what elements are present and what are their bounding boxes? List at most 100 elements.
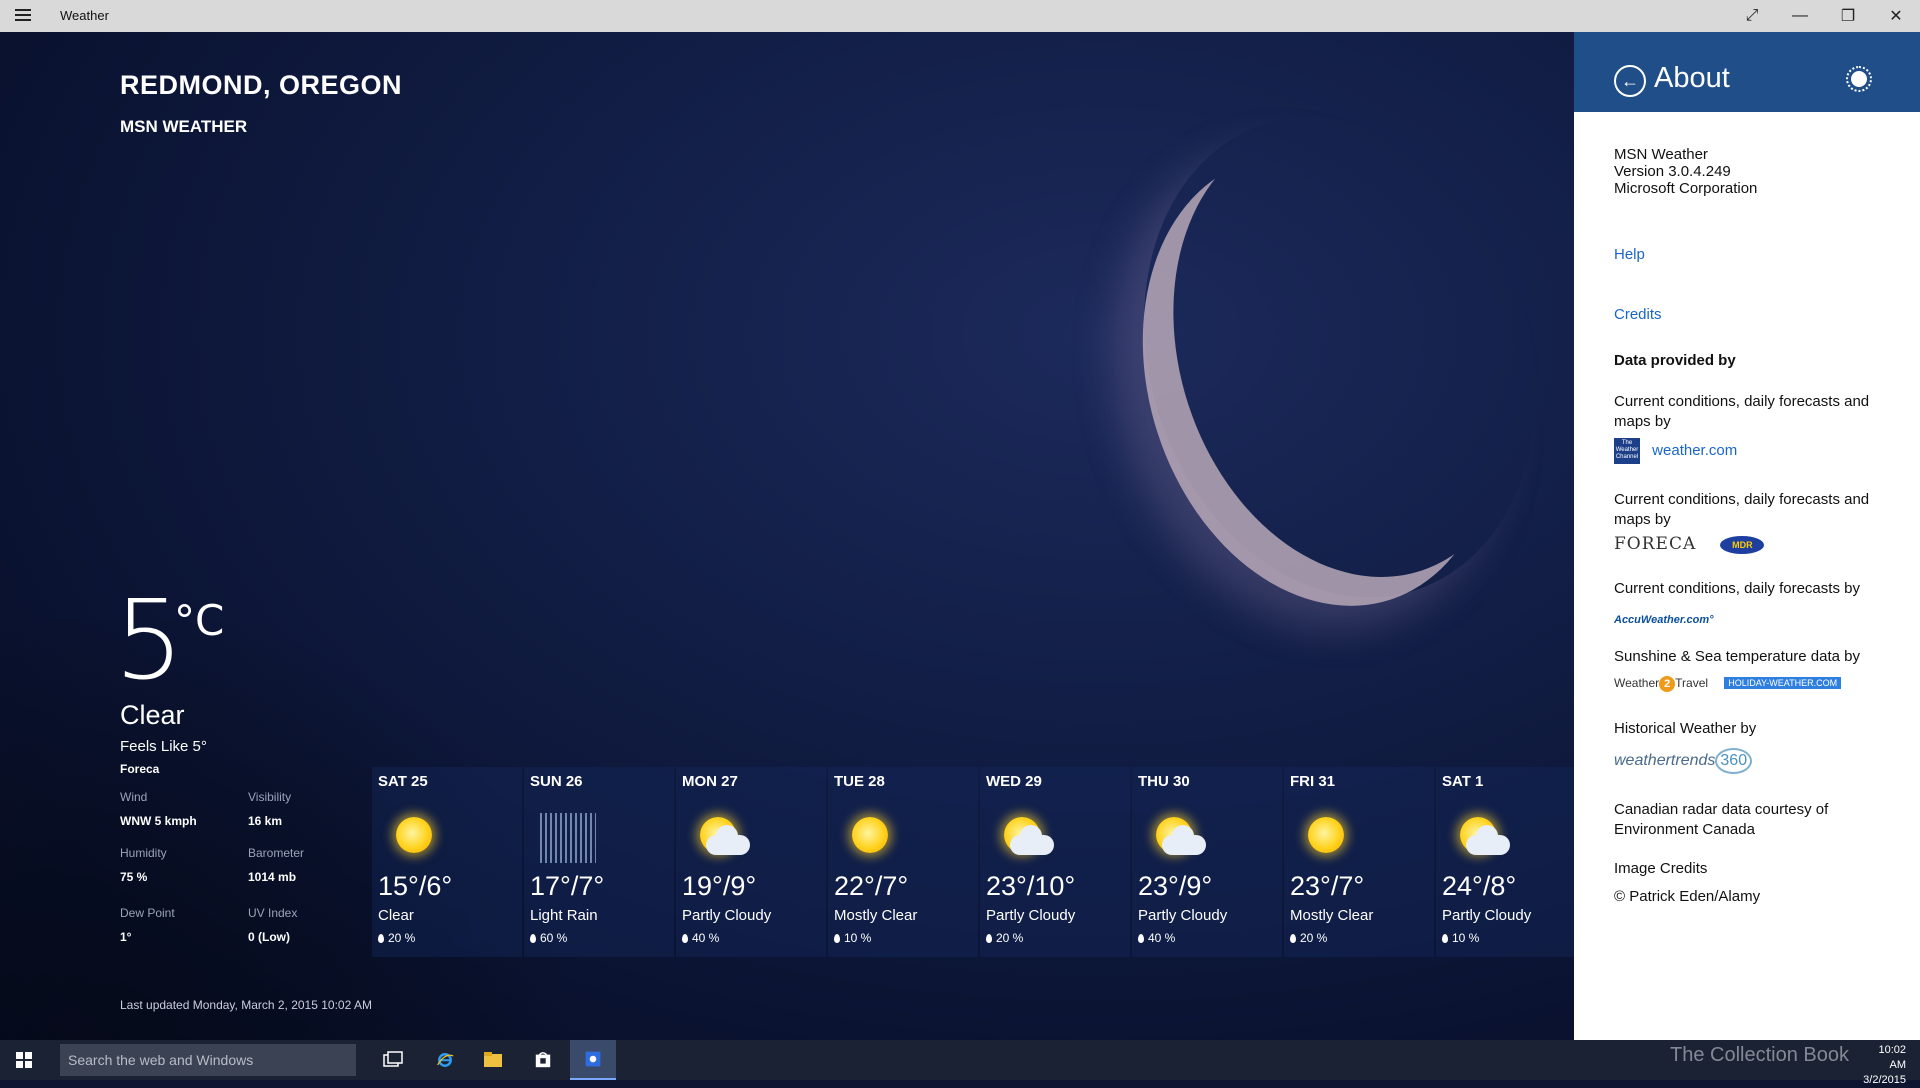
- detail-humidity: Humidity 75 %: [120, 846, 240, 884]
- task-view-icon[interactable]: [370, 1040, 416, 1080]
- accuweather-logo[interactable]: AccuWeather.com°: [1614, 614, 1714, 626]
- weather-com-link[interactable]: weather.com: [1652, 442, 1737, 459]
- twc-provider: The Weather Channel weather.com: [1614, 438, 1904, 464]
- detail-value: 1°: [120, 930, 132, 944]
- detail-value: WNW 5 kmph: [120, 814, 197, 828]
- back-arrow-icon[interactable]: ←: [1614, 65, 1646, 97]
- watermark-text: The Collection Book: [1670, 1044, 1849, 1066]
- hamburger-menu-icon[interactable]: [12, 6, 34, 26]
- minimize-button[interactable]: —: [1776, 0, 1824, 32]
- raindrop-icon: [378, 934, 384, 943]
- start-button[interactable]: [0, 1040, 48, 1080]
- forecast-hilo: 24°/8°: [1442, 871, 1517, 901]
- weather-app-icon[interactable]: [570, 1040, 616, 1080]
- forecast-day[interactable]: TUE 28 22°/7° Mostly Clear 10 %: [828, 767, 978, 957]
- foreca-logo[interactable]: FORECA: [1614, 534, 1696, 554]
- store-icon[interactable]: [520, 1040, 566, 1080]
- detail-label: Humidity: [120, 846, 167, 860]
- forecast-precip: 10 %: [834, 931, 871, 945]
- mdr-logo[interactable]: MDR: [1720, 536, 1765, 555]
- detail-value: 16 km: [248, 814, 283, 828]
- forecast-day-name: SUN 26: [530, 773, 583, 790]
- forecast-precip: 20 %: [378, 931, 415, 945]
- forecast-day[interactable]: WED 29 23°/10° Partly Cloudy 20 %: [980, 767, 1130, 957]
- weathertrends360-logo[interactable]: weathertrends 360: [1614, 748, 1753, 774]
- detail-barometer: Barometer 1014 mb: [248, 846, 368, 884]
- last-updated: Last updated Monday, March 2, 2015 10:02…: [120, 998, 372, 1012]
- forecast-precip: 40 %: [1138, 931, 1175, 945]
- forecast-day-name: SAT 25: [378, 773, 428, 790]
- weathertrends-provider: weathertrends 360: [1614, 748, 1904, 774]
- raindrop-icon: [530, 934, 536, 943]
- holiday-weather-logo[interactable]: HOLIDAY-WEATHER.COM: [1724, 677, 1842, 690]
- provider-text-6: Canadian radar data courtesy of Environm…: [1614, 801, 1829, 838]
- raindrop-icon: [834, 934, 840, 943]
- daily-forecast: SAT 25 15°/6° Clear 20 % SUN 26 17°/7° L…: [372, 767, 1588, 957]
- forecast-day[interactable]: SAT 25 15°/6° Clear 20 %: [372, 767, 522, 957]
- forecast-condition: Partly Cloudy: [682, 907, 772, 924]
- app-company: Microsoft Corporation: [1614, 180, 1758, 197]
- detail-visibility: Visibility 16 km: [248, 790, 368, 828]
- raindrop-icon: [682, 934, 688, 943]
- detail-label: Barometer: [248, 846, 305, 860]
- forecast-precip-value: 10 %: [844, 931, 872, 945]
- forecast-day[interactable]: SAT 1 24°/8° Partly Cloudy 10 %: [1436, 767, 1586, 957]
- detail-label: UV Index: [248, 906, 298, 920]
- location-title[interactable]: REDMOND, OREGON: [120, 70, 402, 101]
- image-author: © Patrick Eden/Alamy: [1614, 888, 1761, 905]
- app-name: MSN Weather: [1614, 146, 1708, 163]
- foreca-provider: FORECA MDR: [1614, 534, 1904, 555]
- moon-image: [1117, 81, 1574, 624]
- restore-button[interactable]: ❐: [1824, 0, 1872, 32]
- forecast-day[interactable]: THU 30 23°/9° Partly Cloudy 40 %: [1132, 767, 1282, 957]
- forecast-precip: 20 %: [1290, 931, 1327, 945]
- forecast-hilo: 17°/7°: [530, 871, 605, 901]
- forecast-precip-value: 20 %: [996, 931, 1024, 945]
- title-bar: Weather ⤢ — ❐ ✕: [0, 0, 1920, 32]
- about-title: About: [1654, 62, 1730, 94]
- detail-dew-point: Dew Point 1°: [120, 906, 240, 944]
- wt-text: weathertrends: [1614, 752, 1716, 769]
- wt-number: 360: [1715, 748, 1753, 774]
- settings-sun-icon[interactable]: [1846, 66, 1872, 92]
- w2t-mid: 2: [1659, 676, 1676, 692]
- weather2travel-logo[interactable]: Weather 2 Travel: [1614, 676, 1709, 692]
- forecast-day[interactable]: MON 27 19°/9° Partly Cloudy 40 %: [676, 767, 826, 957]
- forecast-condition: Partly Cloudy: [986, 907, 1076, 924]
- forecast-hilo: 22°/7°: [834, 871, 909, 901]
- temperature-unit[interactable]: °C: [174, 596, 224, 645]
- app-info: MSN Weather Version 3.0.4.249 Microsoft …: [1614, 146, 1904, 197]
- window-title: Weather: [60, 8, 109, 23]
- credits-link[interactable]: Credits: [1614, 306, 1904, 323]
- provider-text-2: Current conditions, daily forecasts and …: [1614, 491, 1870, 528]
- detail-value: 75 %: [120, 870, 148, 884]
- detail-label: Wind: [120, 790, 148, 804]
- forecast-day[interactable]: SUN 26 17°/7° Light Rain 60 %: [524, 767, 674, 957]
- weather-channel-logo[interactable]: The Weather Channel: [1614, 438, 1640, 464]
- forecast-hilo: 23°/10°: [986, 871, 1076, 901]
- current-source[interactable]: Foreca: [120, 762, 159, 776]
- internet-explorer-icon[interactable]: [422, 1040, 468, 1080]
- help-link[interactable]: Help: [1614, 246, 1904, 263]
- forecast-hilo: 15°/6°: [378, 871, 453, 901]
- forecast-condition: Clear: [378, 907, 414, 924]
- forecast-precip: 10 %: [1442, 931, 1479, 945]
- file-explorer-icon[interactable]: [470, 1040, 516, 1080]
- detail-value: 0 (Low): [248, 930, 290, 944]
- forecast-day-name: FRI 31: [1290, 773, 1336, 790]
- taskbar-clock[interactable]: 10:02 AM 3/2/2015: [1863, 1043, 1906, 1088]
- forecast-precip: 40 %: [682, 931, 719, 945]
- taskbar-search-input[interactable]: Search the web and Windows: [60, 1044, 356, 1076]
- forecast-day[interactable]: FRI 31 23°/7° Mostly Clear 20 %: [1284, 767, 1434, 957]
- forecast-condition: Partly Cloudy: [1442, 907, 1532, 924]
- close-button[interactable]: ✕: [1872, 0, 1920, 32]
- w2t-right: Travel: [1675, 676, 1709, 690]
- forecast-hilo: 23°/9°: [1138, 871, 1213, 901]
- partly-cloudy-icon: [990, 813, 1054, 863]
- fullscreen-icon[interactable]: ⤢: [1728, 0, 1776, 32]
- forecast-precip-value: 40 %: [1148, 931, 1176, 945]
- window-controls: ⤢ — ❐ ✕: [1728, 0, 1920, 32]
- forecast-day-name: THU 30: [1138, 773, 1190, 790]
- partly-cloudy-icon: [686, 813, 750, 863]
- image-credits-heading: Image Credits: [1614, 860, 1708, 877]
